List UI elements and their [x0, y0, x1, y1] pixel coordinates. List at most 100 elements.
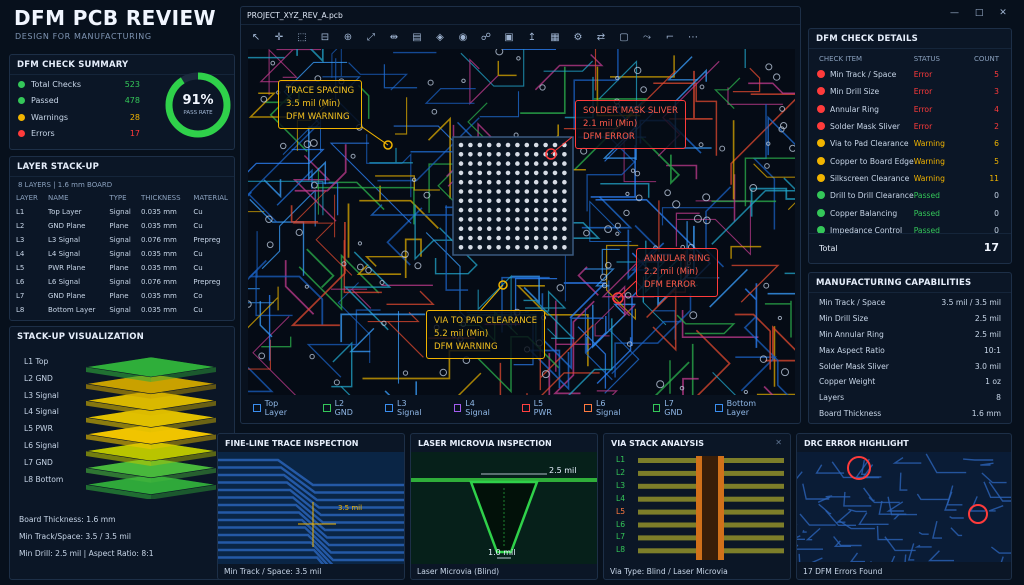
bga-ball: [533, 217, 539, 222]
layer-row[interactable]: L2 GND Plane Plane 0.035 mm Cu: [10, 219, 234, 233]
bga-ball: [496, 161, 501, 166]
check-row[interactable]: Annular Ring Error 4: [809, 101, 1011, 118]
stack-note: Min Track/Space: 3.5 / 3.5 mil: [19, 532, 131, 541]
via-stack-close-icon[interactable]: ✕: [775, 438, 782, 447]
summary-value: 478: [124, 96, 140, 106]
check-row[interactable]: Impedance Control Passed 0: [809, 222, 1011, 239]
via-stack-panel: VIA STACK ANALYSIS ✕ L1 L2 L3 L4 L5 L6 L7 L8 Vi…: [603, 433, 791, 580]
bga-ball: [515, 189, 520, 194]
minimize-icon[interactable]: —: [950, 8, 959, 18]
layers-icon[interactable]: ▤: [410, 30, 424, 44]
more-icon[interactable]: ⋯: [686, 30, 700, 44]
zoom-area-icon[interactable]: ⬚: [295, 30, 309, 44]
export-icon[interactable]: ↥: [525, 30, 539, 44]
layer-tab[interactable]: L5 PWR: [521, 399, 562, 417]
bga-ball: [562, 235, 567, 241]
layer-tab[interactable]: Top Layer: [253, 399, 301, 417]
check-row[interactable]: Min Drill Size Error 3: [809, 83, 1011, 100]
stack-illustration: [85, 356, 217, 499]
route-icon[interactable]: ⤳: [640, 30, 654, 44]
pan-icon[interactable]: ✛: [272, 30, 286, 44]
pcb-trace: [676, 314, 736, 335]
snapshot-icon[interactable]: ▢: [617, 30, 631, 44]
callout-line: DFM WARNING: [434, 342, 498, 352]
check-row[interactable]: Via to Pad Clearance Warning 6: [809, 135, 1011, 152]
close-icon[interactable]: ✕: [999, 8, 1007, 18]
settings-icon[interactable]: ⚙: [571, 30, 585, 44]
file-tab[interactable]: PROJECT_XYZ_REV_A.pcb: [241, 7, 800, 25]
pcb-via: [431, 108, 438, 115]
callout-annular-ring[interactable]: ANNULAR RING 2.2 mil (Min) DFM ERROR: [636, 248, 719, 297]
check-icon: [817, 191, 825, 200]
via-layer-label: L7: [616, 532, 626, 542]
cursor-icon[interactable]: ↖: [249, 30, 263, 44]
bga-ball: [552, 189, 558, 194]
ruler-icon[interactable]: ⌐: [663, 30, 677, 44]
measure-icon[interactable]: ⇹: [387, 30, 401, 44]
pcb-trace: [756, 393, 795, 395]
maximize-icon[interactable]: □: [975, 8, 984, 18]
check-row[interactable]: Solder Mask Sliver Error 2: [809, 118, 1011, 135]
layer-row[interactable]: L7 GND Plane Plane 0.035 mm Co: [10, 289, 234, 303]
drc-panel: DRC ERROR HIGHLIGHT 17 DFM Errors Found: [796, 433, 1012, 580]
pcb-trace: [383, 64, 418, 89]
bga-ball: [458, 189, 464, 194]
pcb-via: [693, 214, 702, 223]
bga-ball: [468, 198, 473, 204]
layer-cell: Cu: [193, 250, 203, 258]
layer-cell: GND Plane: [48, 292, 86, 300]
pcb-via: [698, 142, 704, 148]
callout-via-to-pad[interactable]: VIA TO PAD CLEARANCE 5.2 mil (Min) DFM W…: [426, 310, 546, 359]
layer-tab[interactable]: L6 Signal: [584, 399, 630, 417]
layer-row[interactable]: L4 L4 Signal Signal 0.035 mm Cu: [10, 247, 234, 261]
stack-layer-label: L5 PWR: [24, 424, 53, 434]
total-label: Total: [819, 244, 838, 253]
layer-tab[interactable]: L2 GND: [322, 399, 363, 417]
pcb-via: [303, 140, 312, 148]
check-row[interactable]: Copper Balancing Passed 0: [809, 204, 1011, 221]
pcb-trace: [328, 181, 385, 211]
summary-row: Errors 17: [10, 126, 148, 143]
pcb-via: [495, 49, 504, 56]
viewer-toolbar: ↖ ✛ ⬚ ⊟ ⊕ ⤢ ⇹ ▤ ◈ ◉ ☍ ▣ ↥ ▦ ⚙ ⇄ ▢ ⤳ ⌐ ⋯: [249, 29, 709, 45]
3d-icon[interactable]: ▣: [502, 30, 516, 44]
zoom-out-icon[interactable]: ⊟: [318, 30, 332, 44]
drc-icon[interactable]: ◈: [433, 30, 447, 44]
check-row[interactable]: Copper to Board Edge Warning 5: [809, 152, 1011, 169]
callout-trace-spacing[interactable]: TRACE SPACING 3.5 mil (Min) DFM WARNING: [278, 80, 363, 129]
zoom-fit-icon[interactable]: ⤢: [364, 30, 378, 44]
layer-cell: L7: [16, 292, 25, 300]
layer-cell: L4 Signal: [48, 250, 81, 258]
layer-row[interactable]: L8 Bottom Layer Signal 0.035 mm Cu: [10, 303, 234, 317]
check-row[interactable]: Silkscreen Clearance Warning 11: [809, 170, 1011, 187]
pcb-trace: [734, 313, 772, 370]
layer-row[interactable]: L3 L3 Signal Signal 0.076 mm Prepreg: [10, 233, 234, 247]
capability-key: Layers: [819, 393, 845, 403]
bga-ball: [515, 170, 520, 176]
layer-tab[interactable]: L7 GND: [652, 399, 693, 417]
bga-ball: [486, 245, 492, 250]
zoom-in-icon[interactable]: ⊕: [341, 30, 355, 44]
summary-label: Warnings: [31, 112, 69, 122]
net-icon[interactable]: ☍: [479, 30, 493, 44]
layer-row[interactable]: L5 PWR Plane Plane 0.035 mm Cu: [10, 261, 234, 275]
pcb-via: [304, 284, 309, 289]
layer-tab[interactable]: Bottom Layer: [714, 399, 778, 417]
check-row[interactable]: Min Track / Space Error 5: [809, 66, 1011, 83]
bga-ball: [458, 170, 464, 176]
check-row[interactable]: Drill to Drill Clearance Passed 0: [809, 187, 1011, 204]
bga-ball: [524, 179, 530, 185]
bga-ball: [496, 170, 501, 176]
callout-solder-mask-sliver[interactable]: SOLDER MASK SLIVER 2.1 mil (Min) DFM ERR…: [575, 100, 686, 149]
highlight-icon[interactable]: ◉: [456, 30, 470, 44]
layer-tab[interactable]: L4 Signal: [453, 399, 500, 417]
layer-tab[interactable]: L3 Signal: [385, 399, 431, 417]
layer-stack-title: LAYER STACK-UP: [10, 157, 234, 177]
pcb-via: [743, 389, 748, 395]
pcb-trace: [261, 189, 316, 270]
layer-row[interactable]: L1 Top Layer Signal 0.035 mm Cu: [10, 205, 234, 219]
layer-row[interactable]: L6 L6 Signal Signal 0.076 mm Prepreg: [10, 275, 234, 289]
callout-line: SOLDER MASK SLIVER: [583, 106, 678, 116]
flip-icon[interactable]: ⇄: [594, 30, 608, 44]
grid-icon[interactable]: ▦: [548, 30, 562, 44]
